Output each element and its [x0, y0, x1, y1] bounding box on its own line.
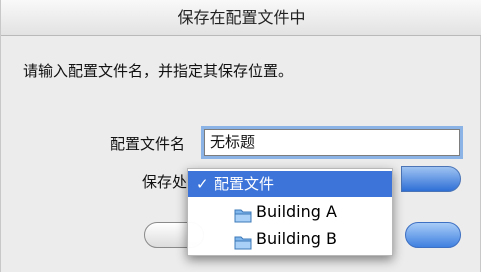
save-profile-sheet: 保存在配置文件中 请输入配置文件名，并指定其保存位置。 配置文件名 无标题 保存… — [0, 0, 481, 272]
save-location-label: 保存处 — [142, 173, 188, 191]
profile-name-label: 配置文件名 — [110, 135, 186, 153]
menu-item-profile[interactable]: ✓ 配置文件 — [188, 171, 392, 197]
sheet-title: 保存在配置文件中 — [1, 0, 481, 36]
profile-name-field[interactable]: 无标题 — [204, 129, 460, 156]
menu-item-building-b[interactable]: Building B — [188, 226, 392, 252]
menu-item-building-a[interactable]: Building A — [188, 199, 392, 225]
instruction-text: 请输入配置文件名，并指定其保存位置。 — [23, 62, 294, 80]
save-location-popup-arrow[interactable] — [401, 166, 461, 192]
folder-icon — [234, 232, 252, 258]
checkmark-icon: ✓ — [196, 175, 209, 193]
save-button[interactable] — [405, 222, 461, 248]
save-location-menu: ✓ 配置文件 Building A Building B — [187, 168, 393, 256]
